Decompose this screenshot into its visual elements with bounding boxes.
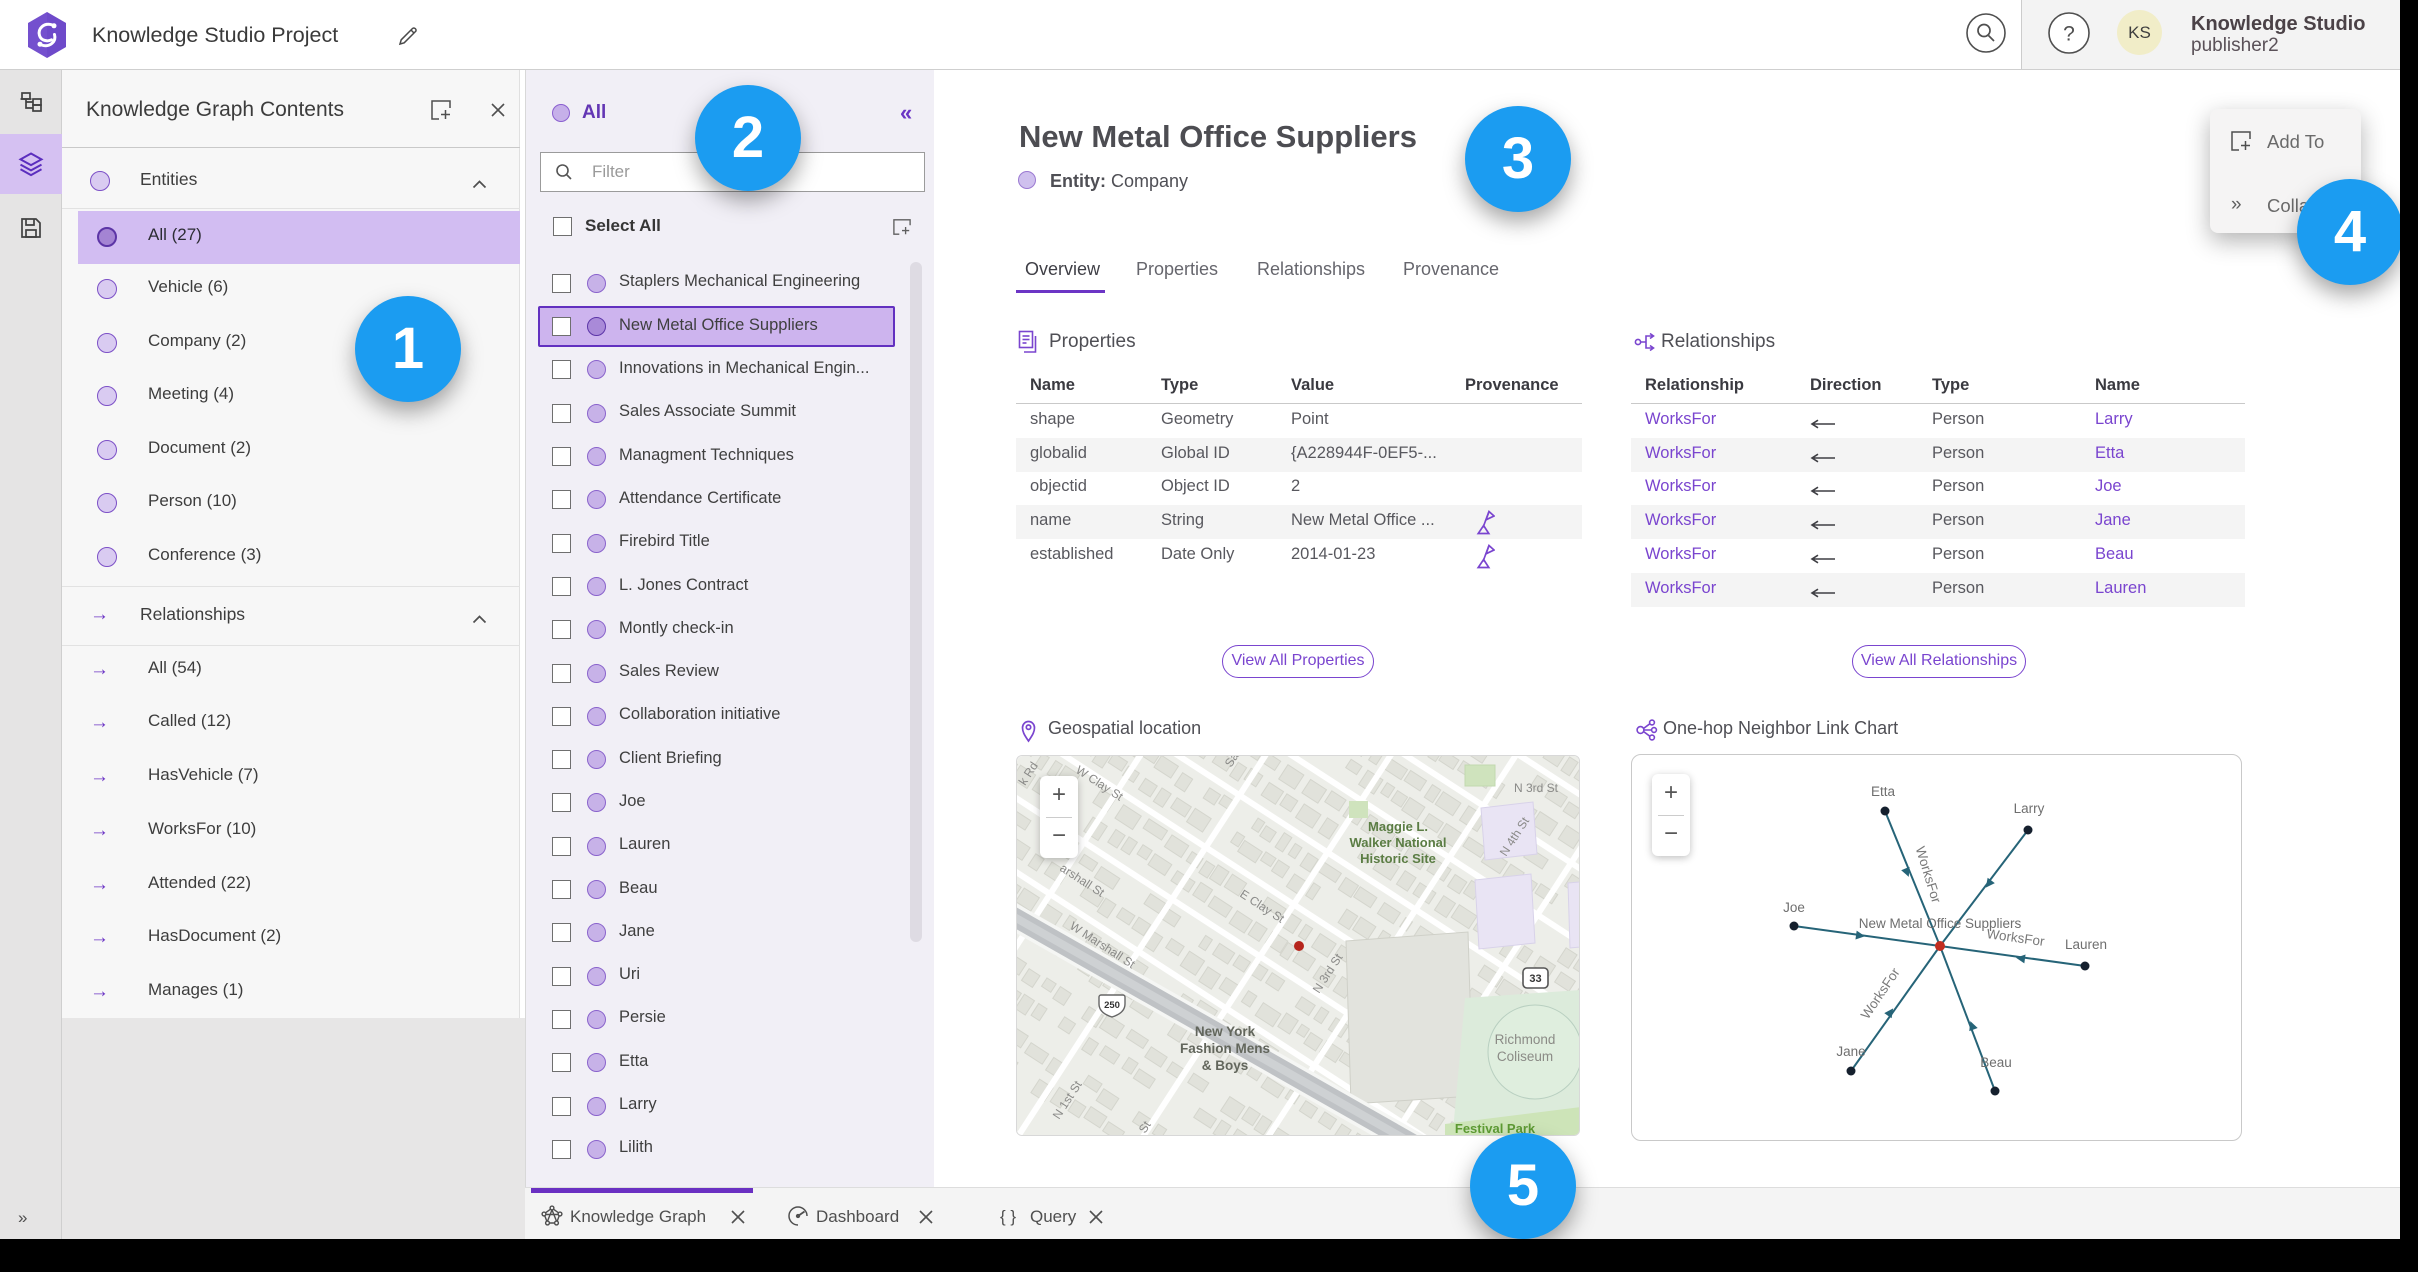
svg-text:Jane: Jane	[1836, 1044, 1865, 1059]
svg-text:33: 33	[1529, 973, 1541, 985]
svg-text:Joe: Joe	[1783, 900, 1805, 915]
svg-text:WorksFor: WorksFor	[1913, 845, 1945, 906]
svg-text:Walker National: Walker National	[1349, 835, 1446, 850]
svg-text:Coliseum: Coliseum	[1497, 1049, 1553, 1064]
svg-text:Beau: Beau	[1980, 1055, 2012, 1070]
svg-text:Lauren: Lauren	[2065, 937, 2107, 952]
svg-text:250: 250	[1104, 1000, 1120, 1011]
svg-text:New York: New York	[1195, 1024, 1256, 1039]
svg-text:WorksFor: WorksFor	[1858, 965, 1903, 1022]
svg-text:Larry: Larry	[2014, 801, 2045, 816]
svg-text:?: ?	[2063, 23, 2075, 46]
svg-text:WorksFor: WorksFor	[1986, 926, 2046, 949]
svg-text:& Boys: & Boys	[1202, 1058, 1249, 1073]
svg-text:Fashion Mens: Fashion Mens	[1180, 1041, 1270, 1056]
svg-text:Maggie L.: Maggie L.	[1368, 819, 1428, 834]
svg-text:Etta: Etta	[1871, 784, 1896, 799]
svg-text:Richmond: Richmond	[1495, 1032, 1556, 1047]
svg-text:N 3rd St: N 3rd St	[1514, 781, 1559, 795]
svg-text:Historic Site: Historic Site	[1360, 851, 1436, 866]
